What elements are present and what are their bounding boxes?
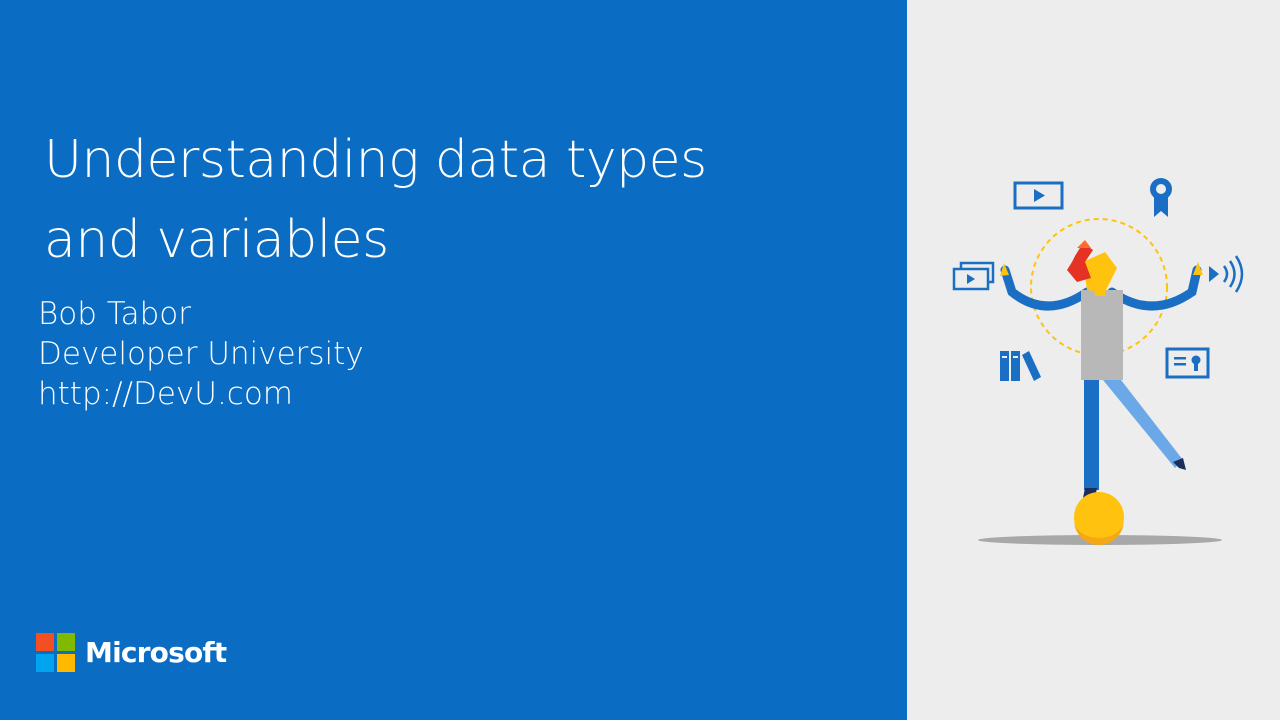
yellow-ball [1074, 492, 1124, 545]
slide: Understanding data types and variables B… [0, 0, 1280, 720]
microsoft-wordmark: Microsoft [85, 636, 227, 669]
juggler-illustration [952, 178, 1244, 545]
title-line-1: Understanding data types [44, 130, 707, 190]
presenter-info: Bob Tabor Developer University http://De… [38, 294, 364, 414]
award-ribbon-icon [1150, 178, 1172, 217]
presenter-url: http://DevU.com [38, 376, 294, 412]
title-panel: Understanding data types and variables B… [0, 0, 907, 720]
microsoft-squares-icon [36, 633, 75, 672]
video-icon [1013, 181, 1064, 210]
video-stack-icon [952, 261, 995, 291]
audio-icon [1209, 255, 1244, 293]
certificate-icon [1165, 347, 1210, 379]
books-icon [1000, 351, 1041, 381]
presenter-name: Bob Tabor [38, 296, 191, 332]
title-line-2: and variables [44, 210, 389, 270]
microsoft-logo: Microsoft [36, 633, 227, 672]
slide-title: Understanding data types and variables [44, 120, 884, 280]
presenter-organization: Developer University [38, 336, 364, 372]
